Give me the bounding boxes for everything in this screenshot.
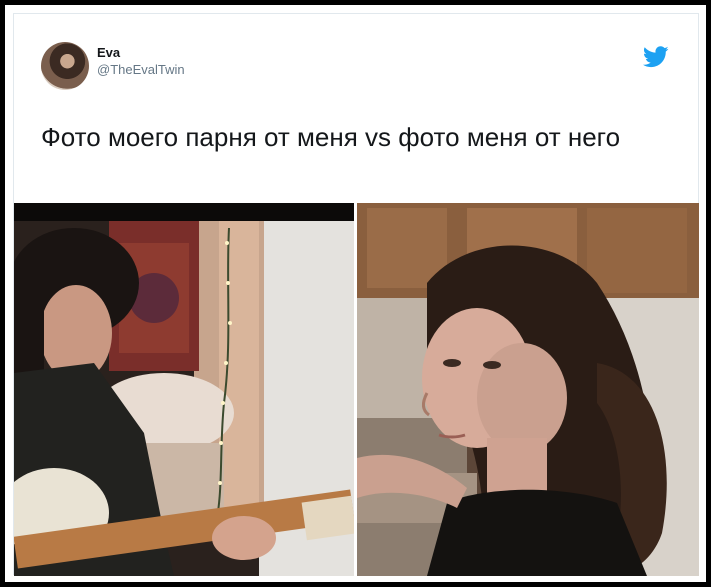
- author-name[interactable]: Eva: [97, 45, 120, 60]
- photo-boyfriend[interactable]: [14, 203, 354, 576]
- photo-girlfriend[interactable]: [357, 203, 699, 576]
- tweet-text: Фото моего парня от меня vs фото меня от…: [41, 122, 621, 152]
- author-handle[interactable]: @TheEvalTwin: [97, 62, 185, 77]
- twitter-bird-icon[interactable]: [643, 46, 669, 68]
- avatar[interactable]: [41, 42, 89, 90]
- tweet-card: Eva @TheEvalTwin Фото моего парня от мен…: [5, 5, 706, 582]
